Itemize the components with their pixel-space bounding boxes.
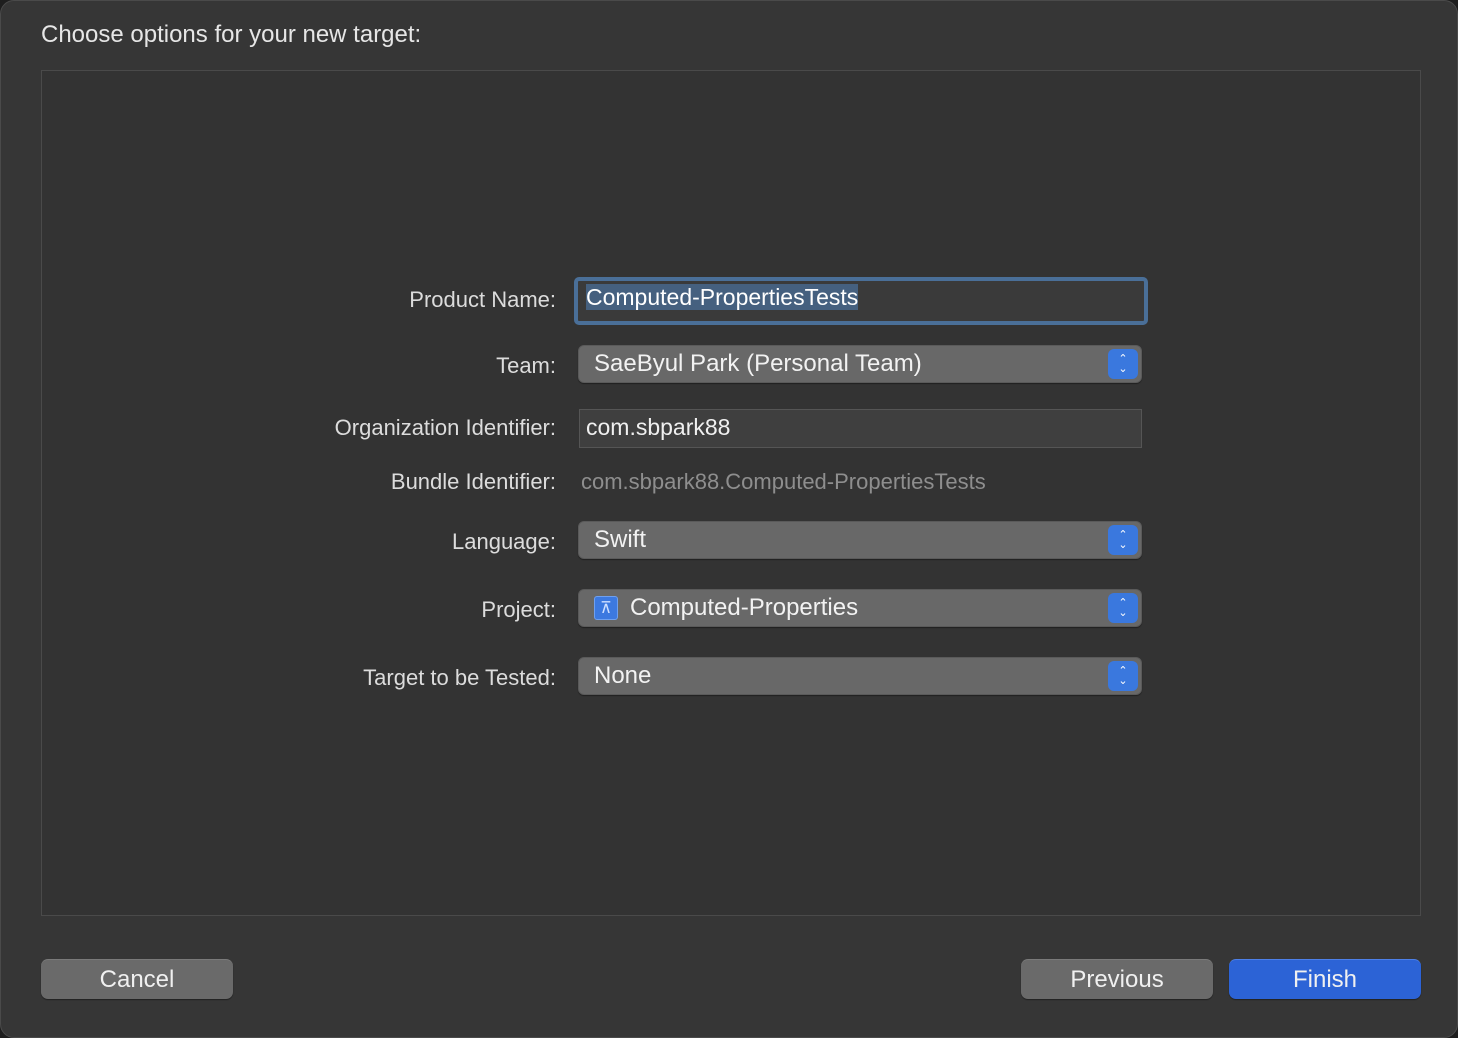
team-popup[interactable]: SaeByul Park (Personal Team) ⌃ ⌄ (578, 345, 1142, 383)
product-name-label: Product Name: (409, 287, 556, 312)
project-label: Project: (481, 597, 556, 622)
team-label: Team: (496, 353, 556, 378)
project-popup[interactable]: ⊼ Computed-Properties ⌃ ⌄ (578, 589, 1142, 627)
organization-identifier-field[interactable]: com.sbpark88 (579, 409, 1142, 448)
product-name-value: Computed-PropertiesTests (586, 284, 859, 310)
organization-identifier-value: com.sbpark88 (586, 414, 731, 440)
target-to-be-tested-popup[interactable]: None ⌃ ⌄ (578, 657, 1142, 695)
chevron-up-down-icon: ⌃ ⌄ (1108, 593, 1138, 623)
new-target-dialog: Choose options for your new target: Prod… (0, 0, 1458, 1038)
chevron-up-down-icon: ⌃ ⌄ (1108, 661, 1138, 691)
finish-button[interactable]: Finish (1229, 959, 1421, 999)
product-name-field[interactable]: Computed-PropertiesTests (574, 277, 1148, 325)
target-to-be-tested-value: None (594, 662, 652, 689)
xcode-project-icon: ⊼ (594, 596, 618, 620)
cancel-button[interactable]: Cancel (41, 959, 233, 999)
bundle-identifier-label: Bundle Identifier: (390, 469, 556, 494)
previous-button[interactable]: Previous (1021, 959, 1213, 999)
language-popup[interactable]: Swift ⌃ ⌄ (578, 521, 1142, 559)
project-value: Computed-Properties (630, 594, 859, 621)
dialog-heading: Choose options for your new target: (41, 21, 422, 48)
organization-identifier-label: Organization Identifier: (334, 415, 556, 440)
chevron-up-down-icon: ⌃ ⌄ (1108, 349, 1138, 379)
language-label: Language: (452, 529, 556, 554)
language-value: Swift (594, 526, 647, 553)
chevron-up-down-icon: ⌃ ⌄ (1108, 525, 1138, 555)
team-value: SaeByul Park (Personal Team) (594, 350, 922, 377)
bundle-identifier-value: com.sbpark88.Computed-PropertiesTests (581, 469, 986, 494)
target-to-be-tested-label: Target to be Tested: (363, 665, 556, 690)
